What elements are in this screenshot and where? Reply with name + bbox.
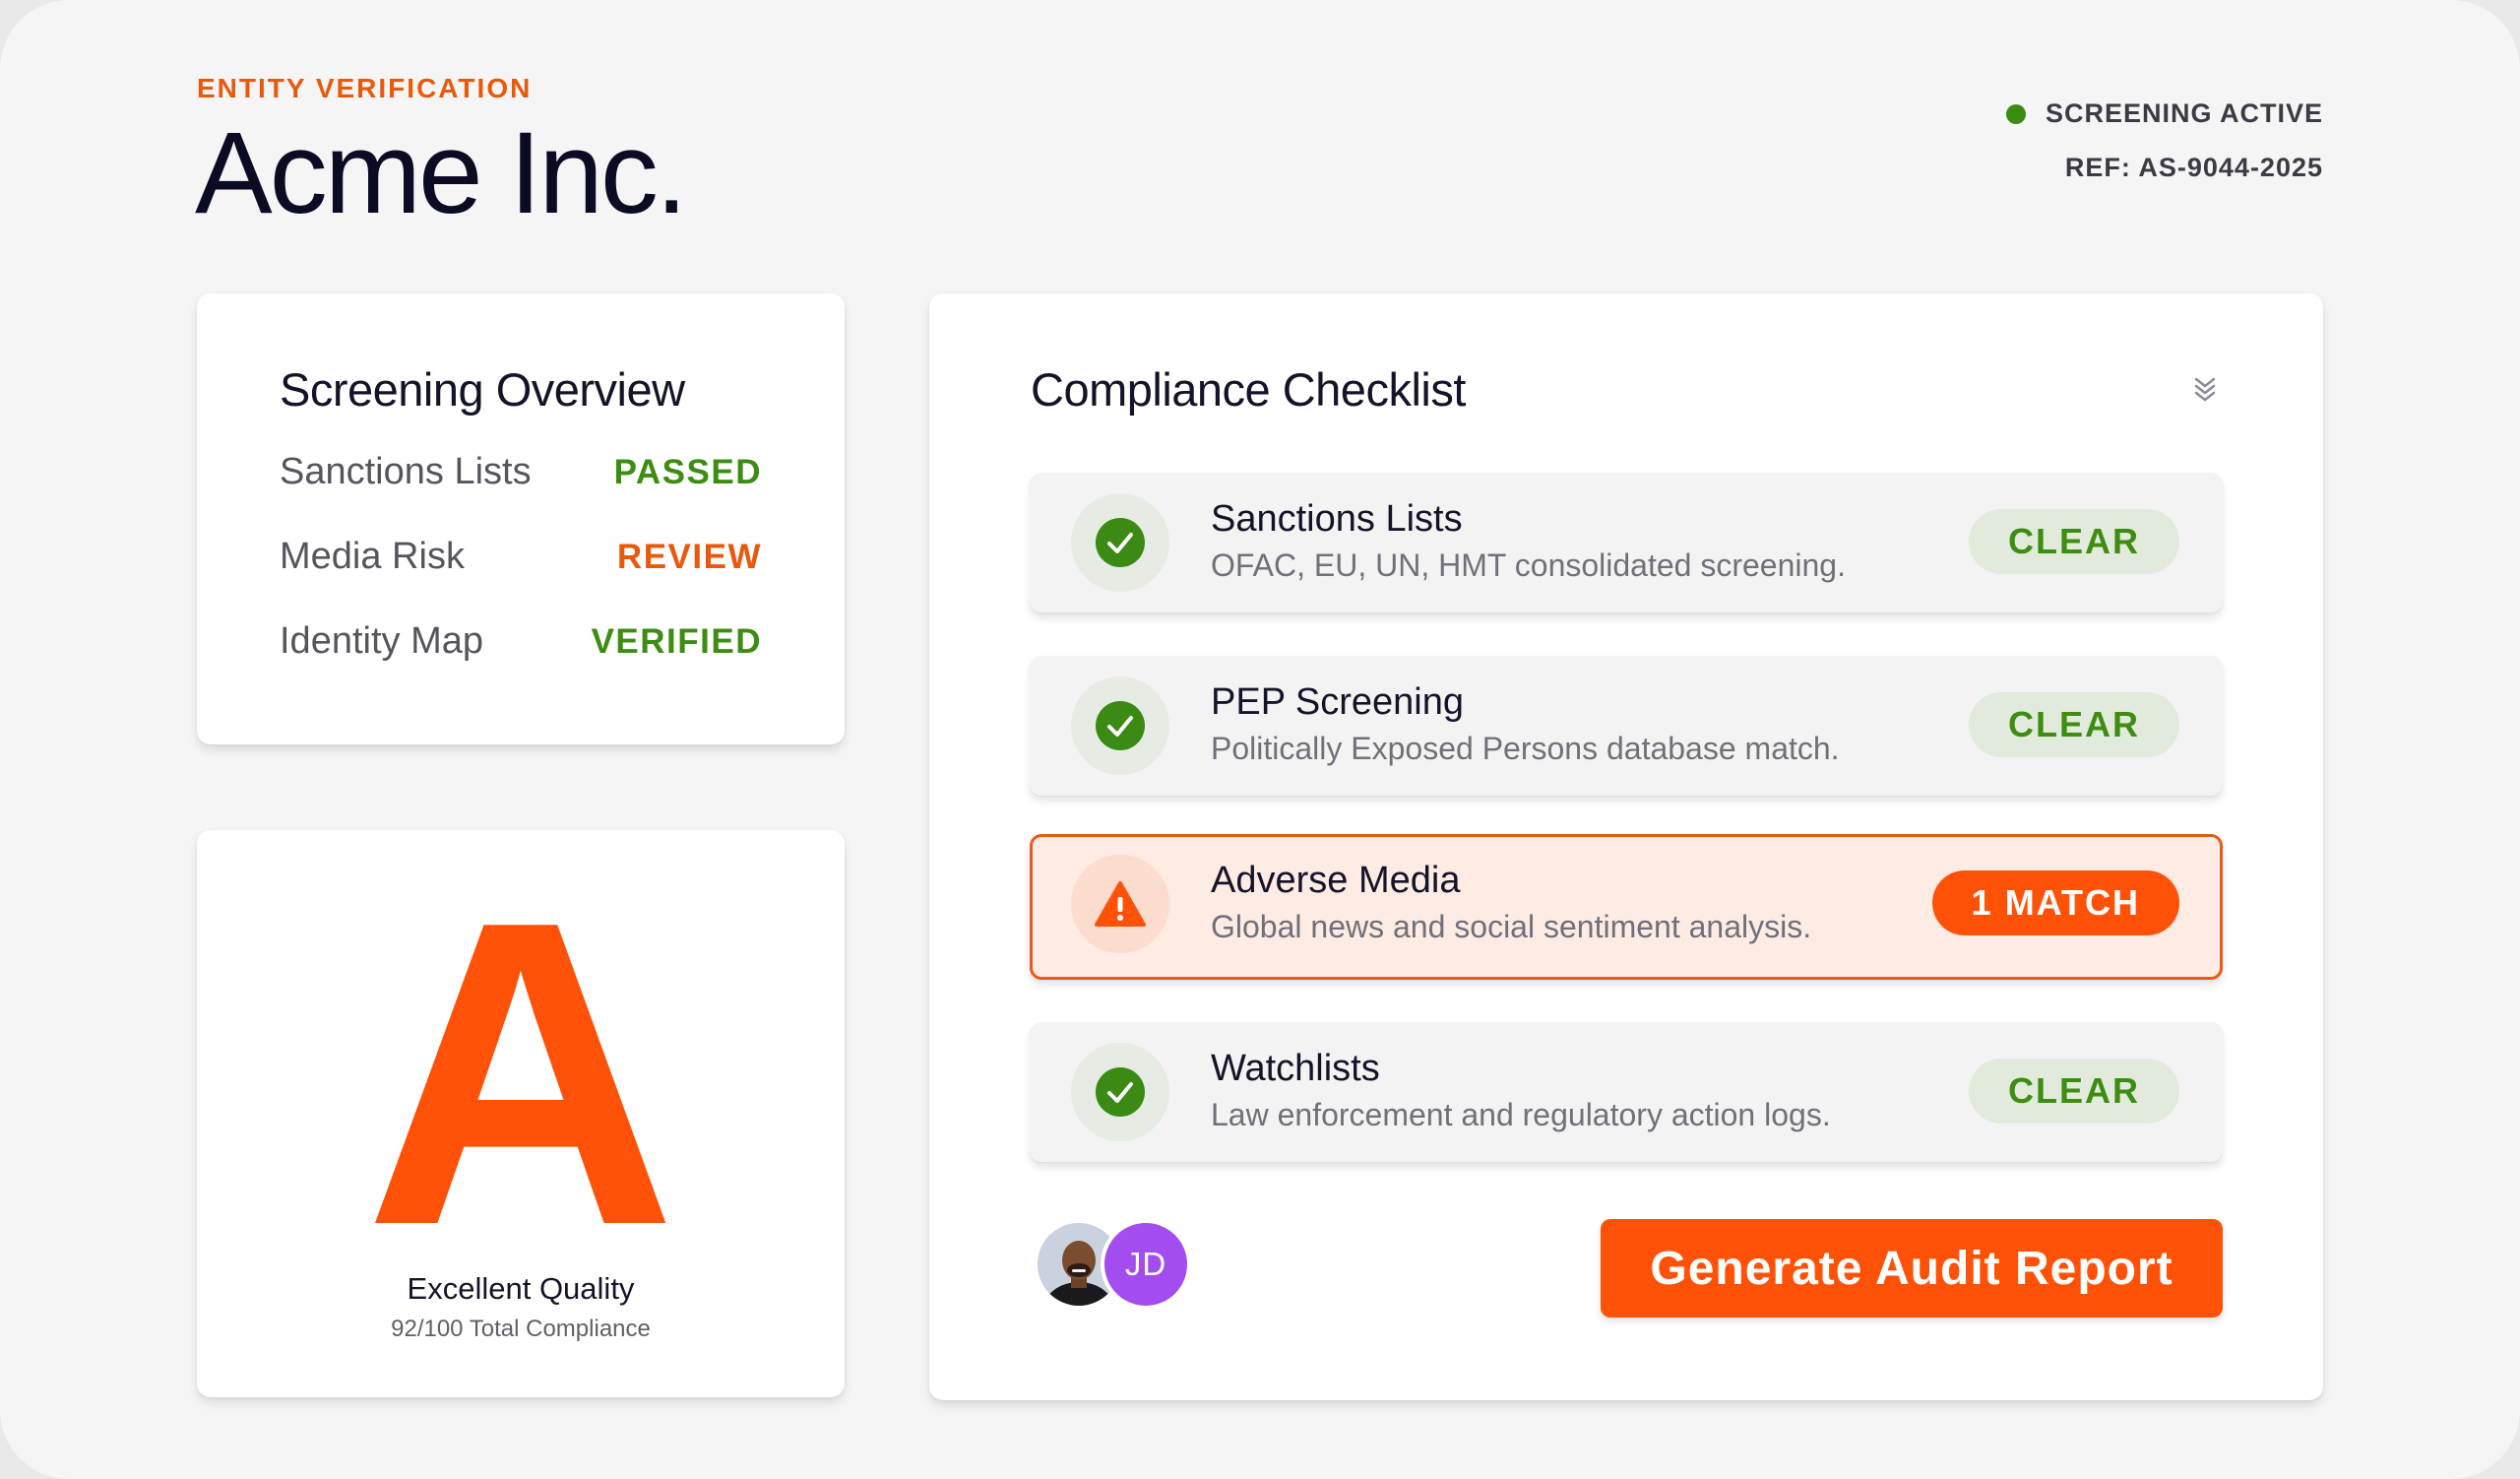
overview-row-status: VERIFIED <box>591 621 762 661</box>
overview-row-status: REVIEW <box>616 537 762 576</box>
checklist-item-title: Sanctions Lists <box>1211 498 1463 540</box>
overview-row-identity-map: Identity Map VERIFIED <box>280 620 762 663</box>
match-badge[interactable]: 1 MATCH <box>1931 870 2179 935</box>
status-block: SCREENING ACTIVE REF: AS-9044-2025 <box>2005 98 2323 183</box>
screening-status-label: SCREENING ACTIVE <box>2045 98 2323 128</box>
overview-row-label: Identity Map <box>280 620 483 662</box>
compliance-grade-card: A Excellent Quality 92/100 Total Complia… <box>197 830 845 1397</box>
checklist-item-title: Watchlists <box>1211 1048 1380 1089</box>
checklist-title: Compliance Checklist <box>1031 363 1466 416</box>
overview-row-label: Sanctions Lists <box>280 451 532 492</box>
check-circle-icon <box>1071 1043 1169 1141</box>
status-badge: CLEAR <box>1969 692 2179 757</box>
checklist-item-watchlists[interactable]: Watchlists Law enforcement and regulator… <box>1030 1022 2223 1162</box>
checklist-item-description: OFAC, EU, UN, HMT consolidated screening… <box>1211 547 1846 583</box>
overview-row-sanctions: Sanctions Lists PASSED <box>280 451 762 493</box>
check-circle-icon <box>1071 676 1169 775</box>
overview-row-label: Media Risk <box>280 536 465 577</box>
checklist-item-adverse-media[interactable]: Adverse Media Global news and social sen… <box>1030 834 2223 980</box>
warning-triangle-icon <box>1071 855 1169 953</box>
screening-overview-card: Screening Overview Sanctions Lists PASSE… <box>197 293 845 744</box>
overview-row-status: PASSED <box>613 452 762 491</box>
page-title: Acme Inc. <box>195 108 688 238</box>
avatar-initials[interactable]: JD <box>1101 1219 1191 1310</box>
grade-title: Excellent Quality <box>407 1271 635 1306</box>
checklist-item-description: Law enforcement and regulatory action lo… <box>1211 1097 1831 1132</box>
grade-score: 92/100 Total Compliance <box>391 1316 651 1342</box>
screening-status: SCREENING ACTIVE <box>2005 98 2323 129</box>
checklist-item-pep[interactable]: PEP Screening Politically Exposed Person… <box>1030 656 2223 796</box>
checklist-item-description: Politically Exposed Persons database mat… <box>1211 731 1840 766</box>
reference-number: REF: AS-9044-2025 <box>2064 153 2323 182</box>
chevrons-down-icon[interactable] <box>2191 374 2219 404</box>
checklist-item-title: PEP Screening <box>1211 681 1465 723</box>
app-frame: ENTITY VERIFICATION Acme Inc. SCREENING … <box>0 0 2520 1479</box>
check-circle-icon <box>1071 493 1169 592</box>
status-dot-icon <box>2005 103 2026 124</box>
collaborator-avatars: JD <box>1034 1219 1201 1310</box>
checklist-item-sanctions[interactable]: Sanctions Lists OFAC, EU, UN, HMT consol… <box>1030 473 2223 612</box>
status-badge: CLEAR <box>1969 1059 2179 1124</box>
status-badge: CLEAR <box>1969 509 2179 574</box>
grade-letter: A <box>364 832 677 1316</box>
compliance-checklist-card: Compliance Checklist Sanctions Lists OFA… <box>929 293 2323 1400</box>
checklist-item-description: Global news and social sentiment analysi… <box>1211 909 1812 944</box>
overview-row-media-risk: Media Risk REVIEW <box>280 536 762 578</box>
overview-title: Screening Overview <box>280 363 685 416</box>
page-eyebrow: ENTITY VERIFICATION <box>197 73 533 103</box>
generate-audit-report-button[interactable]: Generate Audit Report <box>1601 1219 2223 1318</box>
checklist-item-title: Adverse Media <box>1211 860 1461 901</box>
